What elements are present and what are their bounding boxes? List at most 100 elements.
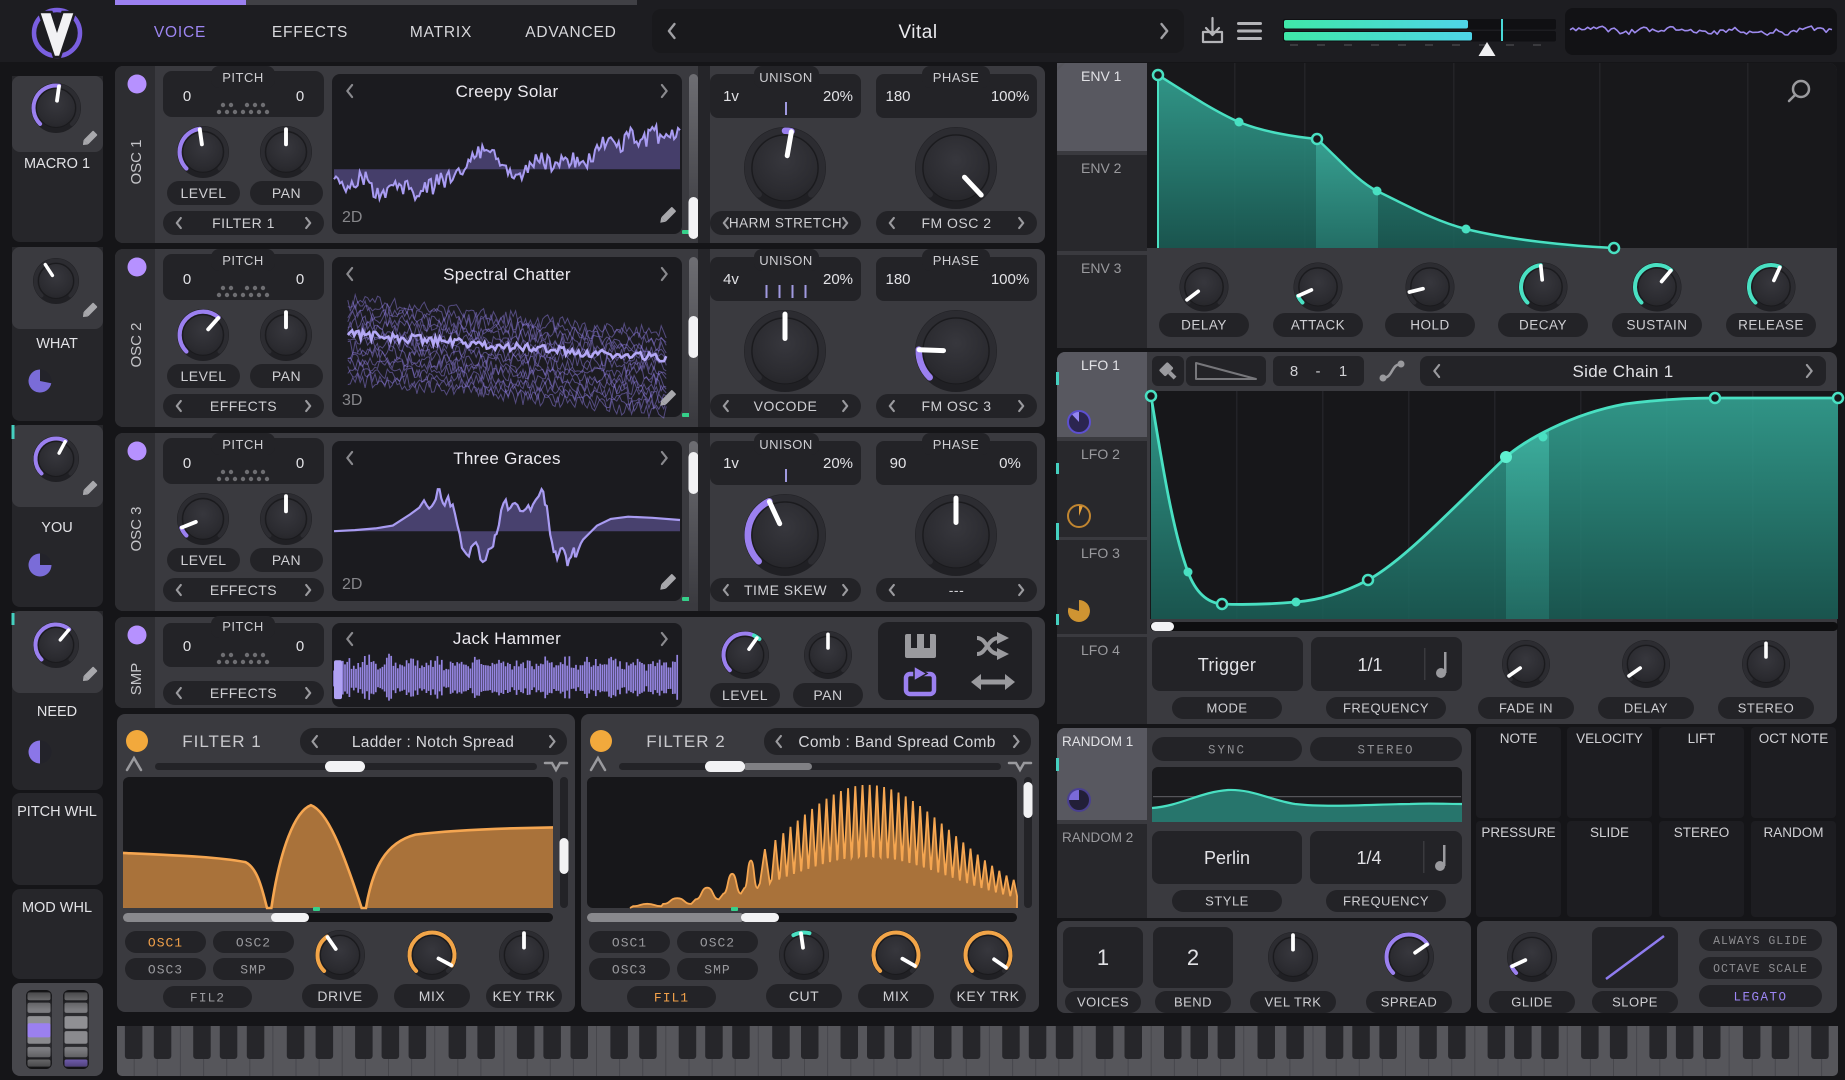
svg-text:PITCH WHL: PITCH WHL bbox=[17, 804, 97, 820]
svg-text:20%: 20% bbox=[823, 455, 853, 472]
svg-text:STEREO: STEREO bbox=[1738, 701, 1794, 716]
svg-text:1v: 1v bbox=[723, 88, 739, 105]
svg-text:SLIDE: SLIDE bbox=[1590, 825, 1629, 840]
svg-text:1/1: 1/1 bbox=[1357, 655, 1382, 675]
svg-text:180: 180 bbox=[885, 88, 910, 105]
svg-text:2D: 2D bbox=[342, 576, 362, 593]
svg-text:MIX: MIX bbox=[883, 988, 910, 1004]
svg-text:HARM STRETCH: HARM STRETCH bbox=[729, 216, 842, 231]
svg-text:0: 0 bbox=[183, 638, 191, 655]
svg-text:UNISON: UNISON bbox=[759, 437, 813, 452]
svg-text:NOTE: NOTE bbox=[1500, 731, 1538, 746]
svg-text:PRESSURE: PRESSURE bbox=[1481, 825, 1555, 840]
svg-text:100%: 100% bbox=[991, 88, 1029, 105]
svg-text:MODE: MODE bbox=[1207, 701, 1248, 716]
svg-text:PITCH: PITCH bbox=[222, 70, 264, 85]
svg-text:-: - bbox=[1316, 363, 1321, 380]
svg-text:STEREO: STEREO bbox=[1674, 825, 1730, 840]
svg-text:OSC 3: OSC 3 bbox=[128, 506, 145, 551]
svg-text:OSC2: OSC2 bbox=[236, 936, 271, 951]
svg-text:EFFECTS: EFFECTS bbox=[210, 685, 277, 701]
svg-text:Perlin: Perlin bbox=[1204, 848, 1250, 868]
svg-text:Spectral Chatter: Spectral Chatter bbox=[443, 265, 571, 284]
svg-text:YOU: YOU bbox=[41, 520, 72, 536]
svg-text:ATTACK: ATTACK bbox=[1291, 318, 1345, 333]
svg-text:KEY TRK: KEY TRK bbox=[957, 988, 1020, 1004]
svg-text:HOLD: HOLD bbox=[1410, 318, 1450, 333]
svg-text:1: 1 bbox=[1339, 363, 1347, 380]
svg-text:FM OSC 2: FM OSC 2 bbox=[921, 215, 991, 231]
svg-text:0%: 0% bbox=[999, 455, 1021, 472]
svg-text:PHASE: PHASE bbox=[933, 253, 980, 268]
svg-text:FILTER 1: FILTER 1 bbox=[182, 732, 261, 751]
svg-text:Jack Hammer: Jack Hammer bbox=[453, 629, 561, 648]
svg-text:FIL2: FIL2 bbox=[190, 991, 225, 1006]
svg-text:ALWAYS GLIDE: ALWAYS GLIDE bbox=[1713, 935, 1808, 948]
svg-text:1/4: 1/4 bbox=[1356, 848, 1381, 868]
svg-text:VELOCITY: VELOCITY bbox=[1576, 731, 1643, 746]
svg-text:0: 0 bbox=[296, 638, 304, 655]
svg-text:Comb : Band Spread Comb: Comb : Band Spread Comb bbox=[798, 734, 995, 751]
svg-text:OSC3: OSC3 bbox=[612, 963, 647, 978]
svg-text:180: 180 bbox=[885, 271, 910, 288]
svg-text:UNISON: UNISON bbox=[759, 70, 813, 85]
svg-text:PAN: PAN bbox=[272, 368, 301, 384]
svg-text:PITCH: PITCH bbox=[222, 619, 264, 634]
svg-text:SMP: SMP bbox=[240, 963, 266, 978]
svg-text:Side Chain 1: Side Chain 1 bbox=[1573, 362, 1674, 381]
svg-text:0: 0 bbox=[296, 271, 304, 288]
svg-text:FM OSC 3: FM OSC 3 bbox=[921, 398, 991, 414]
svg-text:4v: 4v bbox=[723, 271, 739, 288]
svg-text:CUT: CUT bbox=[789, 988, 819, 1004]
svg-text:0: 0 bbox=[183, 88, 191, 105]
svg-text:0: 0 bbox=[183, 271, 191, 288]
svg-text:1: 1 bbox=[1097, 945, 1109, 970]
svg-text:ENV 1: ENV 1 bbox=[1081, 68, 1122, 84]
svg-text:LEVEL: LEVEL bbox=[180, 552, 226, 568]
svg-text:PAN: PAN bbox=[272, 185, 301, 201]
svg-text:MOD WHL: MOD WHL bbox=[22, 900, 92, 916]
svg-text:SPREAD: SPREAD bbox=[1381, 995, 1437, 1010]
svg-text:TIME SKEW: TIME SKEW bbox=[744, 582, 827, 598]
svg-text:LFO 1: LFO 1 bbox=[1081, 357, 1120, 373]
svg-text:Vital: Vital bbox=[898, 22, 937, 43]
svg-text:LFO 3: LFO 3 bbox=[1081, 545, 1120, 561]
svg-text:SUSTAIN: SUSTAIN bbox=[1626, 318, 1687, 333]
svg-text:FIL1: FIL1 bbox=[654, 991, 689, 1006]
svg-text:ENV 2: ENV 2 bbox=[1081, 160, 1122, 176]
svg-text:MACRO 1: MACRO 1 bbox=[24, 156, 90, 172]
svg-text:RELEASE: RELEASE bbox=[1738, 318, 1804, 333]
svg-text:LEVEL: LEVEL bbox=[180, 368, 226, 384]
svg-text:SYNC: SYNC bbox=[1208, 743, 1246, 757]
svg-text:BEND: BEND bbox=[1174, 995, 1212, 1010]
svg-text:OSC1: OSC1 bbox=[612, 936, 647, 951]
svg-text:OSC 1: OSC 1 bbox=[128, 139, 145, 184]
svg-text:PHASE: PHASE bbox=[933, 437, 980, 452]
svg-text:STEREO: STEREO bbox=[1357, 743, 1414, 757]
svg-text:UNISON: UNISON bbox=[759, 253, 813, 268]
svg-text:OCT NOTE: OCT NOTE bbox=[1759, 731, 1829, 746]
svg-text:8: 8 bbox=[1290, 363, 1298, 380]
svg-text:Trigger: Trigger bbox=[1198, 655, 1256, 675]
svg-text:20%: 20% bbox=[823, 271, 853, 288]
svg-text:0: 0 bbox=[296, 455, 304, 472]
svg-text:STYLE: STYLE bbox=[1205, 894, 1249, 909]
svg-text:OCTAVE SCALE: OCTAVE SCALE bbox=[1713, 963, 1808, 976]
svg-text:DELAY: DELAY bbox=[1624, 701, 1668, 716]
svg-text:LIFT: LIFT bbox=[1688, 731, 1716, 746]
svg-text:GLIDE: GLIDE bbox=[1511, 995, 1553, 1010]
svg-text:OSC3: OSC3 bbox=[148, 963, 183, 978]
svg-text:2: 2 bbox=[1187, 945, 1199, 970]
svg-text:20%: 20% bbox=[823, 88, 853, 105]
svg-text:---: --- bbox=[949, 582, 965, 598]
svg-text:WHAT: WHAT bbox=[36, 336, 78, 352]
svg-text:PAN: PAN bbox=[272, 552, 301, 568]
svg-text:EFFECTS: EFFECTS bbox=[272, 24, 348, 41]
svg-text:LEGATO: LEGATO bbox=[1733, 990, 1787, 1004]
svg-text:3D: 3D bbox=[342, 392, 362, 409]
svg-text:MATRIX: MATRIX bbox=[410, 24, 472, 41]
svg-text:VOICE: VOICE bbox=[154, 24, 206, 41]
svg-text:FADE IN: FADE IN bbox=[1499, 701, 1553, 716]
svg-text:DRIVE: DRIVE bbox=[317, 988, 362, 1004]
svg-text:EFFECTS: EFFECTS bbox=[210, 582, 277, 598]
